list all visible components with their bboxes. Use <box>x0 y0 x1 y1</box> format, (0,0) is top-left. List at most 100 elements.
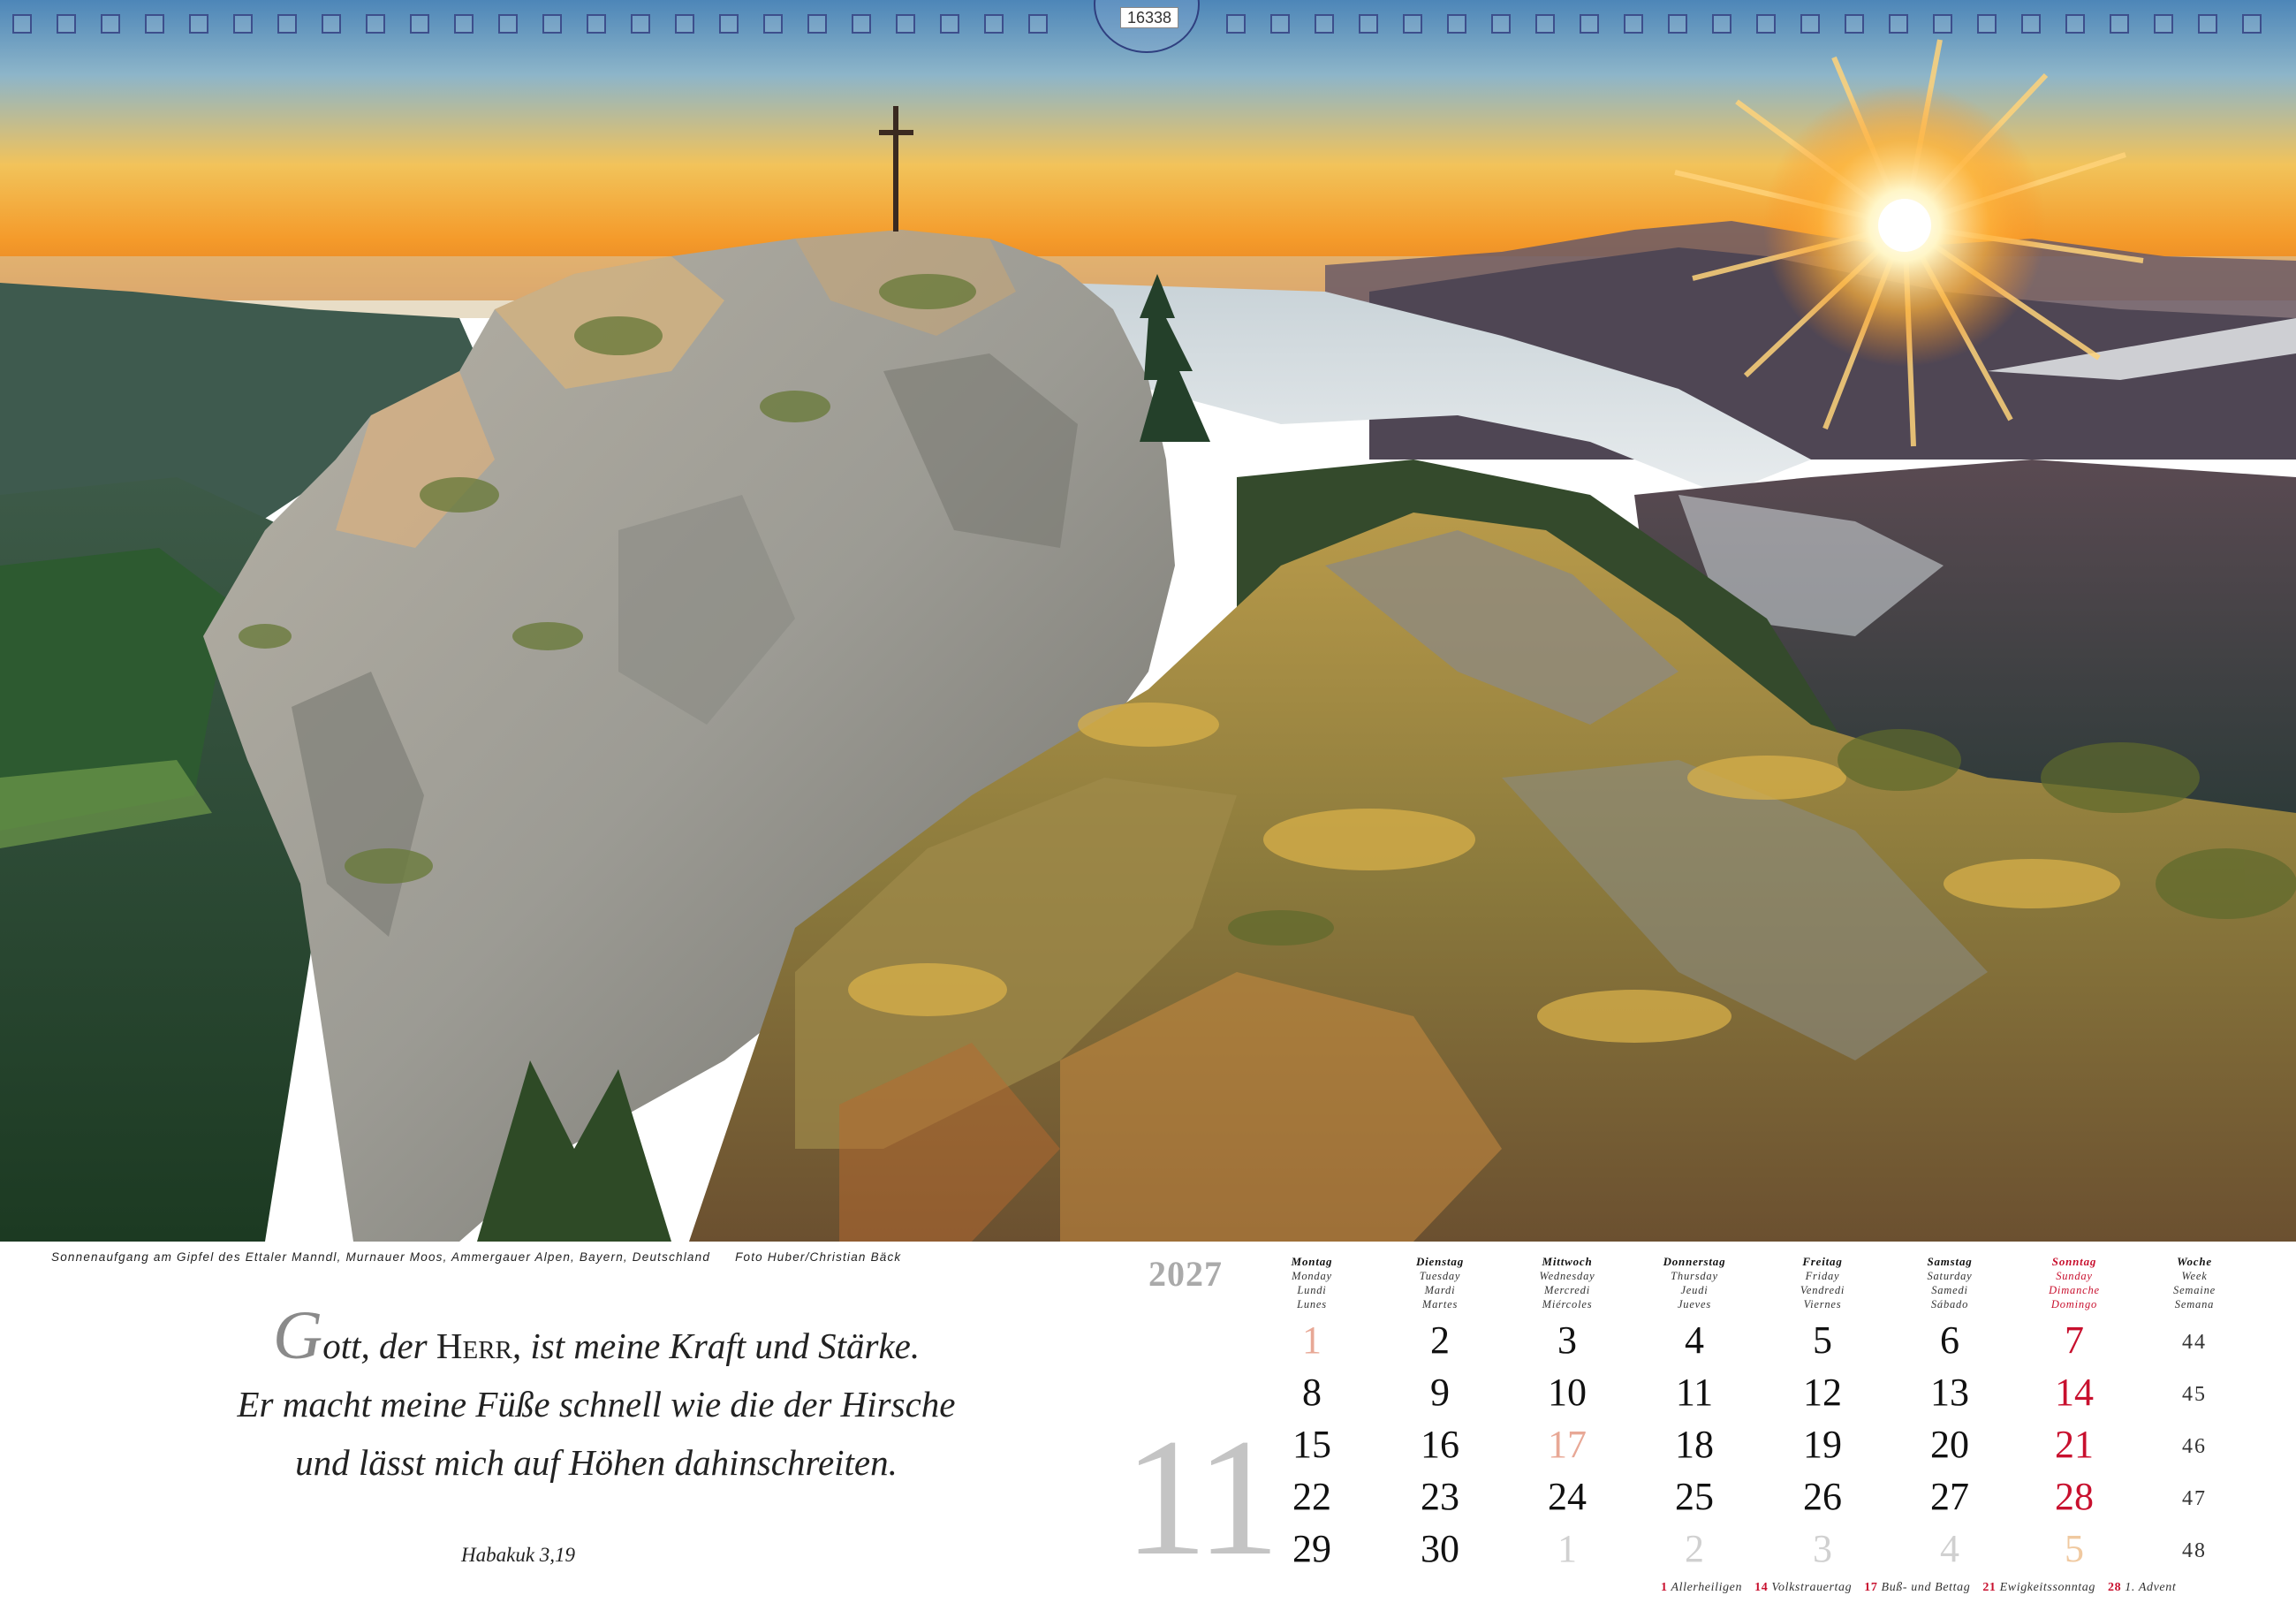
calendar-day: 15 <box>1292 1423 1331 1466</box>
calendar-day: 27 <box>1930 1475 1969 1518</box>
binding-hole <box>1580 14 1599 34</box>
calendar-day: 12 <box>1803 1371 1842 1414</box>
calendar-day: 25 <box>1675 1475 1714 1518</box>
calendar-day: 28 <box>2055 1475 2094 1518</box>
calendar-day: 3 <box>1557 1318 1577 1362</box>
binding-hole <box>2198 14 2217 34</box>
weekday-header: Dienstag Tuesday Mardi Martes <box>1378 1255 1502 1311</box>
holiday-name: Buß- und Bettag <box>1877 1581 1971 1594</box>
quote-line-1-a: ott, der <box>322 1326 436 1366</box>
calendar-day: 10 <box>1548 1371 1587 1414</box>
weekday-translation: Mardi <box>1424 1284 1456 1296</box>
weekday-name: Mittwoch <box>1542 1255 1593 1268</box>
weekday-translation: Semana <box>2174 1298 2215 1310</box>
binding-hole <box>896 14 915 34</box>
weekday-translation: Jeudi <box>1680 1284 1709 1296</box>
holiday-item: 14 Volkstrauertag <box>1754 1581 1852 1594</box>
weekday-translation: Thursday <box>1671 1270 1718 1282</box>
binding-hole <box>12 14 32 34</box>
photo-caption: Sonnenaufgang am Gipfel des Ettaler Mann… <box>51 1250 901 1264</box>
binding-hole <box>189 14 208 34</box>
weekday-translation: Mercredi <box>1544 1284 1590 1296</box>
binding-hole <box>542 14 562 34</box>
weekday-translation: Friday <box>1805 1270 1840 1282</box>
binding-hole <box>1359 14 1378 34</box>
binding-hole <box>410 14 429 34</box>
binding-hole <box>587 14 606 34</box>
holiday-name: Ewigkeitssonntag <box>1996 1581 2095 1594</box>
weekday-translation: Lundi <box>1297 1284 1327 1296</box>
weekday-header: Montag Monday Lundi Lunes <box>1250 1255 1374 1311</box>
weekday-name: Dienstag <box>1415 1255 1465 1268</box>
bible-quote: Gott, der Herr, ist meine Kraft und Stär… <box>88 1301 1104 1492</box>
weekday-translation: Sunday <box>2056 1270 2093 1282</box>
calendar-day: 26 <box>1803 1475 1842 1518</box>
weekday-header: Samstag Saturday Samedi Sábado <box>1888 1255 2012 1311</box>
calendar-day: 24 <box>1548 1475 1587 1518</box>
holiday-item: 28 1. Advent <box>2108 1581 2176 1594</box>
holiday-date: 21 <box>1982 1581 1997 1594</box>
binding-hole <box>1977 14 1997 34</box>
product-code: 16338 <box>1120 7 1178 28</box>
binding-hole <box>1491 14 1511 34</box>
weekday-header: Donnerstag Thursday Jeudi Jueves <box>1633 1255 1756 1311</box>
binding-hole <box>322 14 341 34</box>
binding-hole <box>2110 14 2129 34</box>
week-number: 46 <box>2182 1435 2207 1458</box>
calendar-day: 1 <box>1302 1318 1322 1362</box>
binding-hole <box>1535 14 1555 34</box>
calendar-day: 5 <box>2065 1527 2084 1570</box>
calendar-day: 18 <box>1675 1423 1714 1466</box>
binding-hole <box>1800 14 1820 34</box>
calendar-year: 2027 <box>1148 1254 1223 1294</box>
binding-hole <box>852 14 871 34</box>
binding-hole <box>631 14 650 34</box>
binding-hole <box>1712 14 1731 34</box>
holiday-name: Volkstrauertag <box>1768 1581 1853 1594</box>
binding-hole <box>1933 14 1952 34</box>
calendar-day: 22 <box>1292 1475 1331 1518</box>
calendar-day: 11 <box>1675 1371 1714 1414</box>
calendar-day: 21 <box>2055 1423 2094 1466</box>
week-number: 44 <box>2182 1331 2207 1354</box>
weekday-name: Montag <box>1291 1255 1333 1268</box>
calendar-day: 6 <box>1940 1318 1959 1362</box>
caption-text: Sonnenaufgang am Gipfel des Ettaler Mann… <box>51 1250 711 1264</box>
binding-hole <box>277 14 297 34</box>
calendar-month: 11 <box>1124 1405 1280 1591</box>
calendar-day: 30 <box>1421 1527 1459 1570</box>
binding-hole <box>1028 14 1048 34</box>
binding-hole <box>233 14 253 34</box>
binding-hole <box>2021 14 2041 34</box>
weekday-translation: Lunes <box>1297 1298 1327 1310</box>
weekday-translation: Wednesday <box>1539 1270 1595 1282</box>
weekday-name: Sonntag <box>2051 1255 2097 1268</box>
binding-hole <box>2242 14 2262 34</box>
binding-hole <box>2154 14 2173 34</box>
holiday-name: Allerheiligen <box>1667 1581 1743 1594</box>
calendar-day: 29 <box>1292 1527 1331 1570</box>
week-number: 47 <box>2182 1487 2207 1510</box>
quote-line-1-b: , ist meine Kraft und Stärke. <box>511 1326 921 1366</box>
calendar-day: 9 <box>1430 1371 1450 1414</box>
binding-hole <box>1624 14 1643 34</box>
binding-hole <box>763 14 783 34</box>
calendar-day: 2 <box>1430 1318 1450 1362</box>
weekday-header: Freitag Friday Vendredi Viernes <box>1761 1255 1884 1311</box>
holiday-list: 1 Allerheiligen 14 Volkstrauertag 17 Buß- … <box>1661 1581 2188 1595</box>
binding-hole <box>2065 14 2085 34</box>
binding-hole <box>1403 14 1422 34</box>
quote-herr: Herr <box>436 1326 512 1366</box>
weekday-name: Donnerstag <box>1663 1255 1726 1268</box>
binding-hole <box>1447 14 1466 34</box>
holiday-item: 21 Ewigkeitssonntag <box>1982 1581 2095 1594</box>
weekday-header: Woche Week Semaine Semana <box>2133 1255 2256 1311</box>
binding-hole <box>454 14 474 34</box>
holiday-date: 28 <box>2108 1581 2122 1594</box>
binding-hole <box>940 14 959 34</box>
weekday-header: Sonntag Sunday Dimanche Domingo <box>2012 1255 2136 1311</box>
binding-hole <box>1270 14 1290 34</box>
holiday-date: 14 <box>1754 1581 1769 1594</box>
binding-hole <box>1226 14 1246 34</box>
calendar-day: 7 <box>2065 1318 2084 1362</box>
